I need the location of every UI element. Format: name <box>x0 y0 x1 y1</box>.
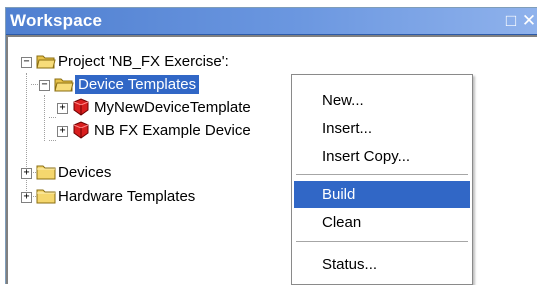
device-template-icon <box>73 121 89 139</box>
menu-item-label: Build <box>322 186 356 203</box>
tree-item-hardware-templates[interactable]: + Hardware Templates <box>8 186 308 208</box>
tree-item-label: Device Templates <box>75 75 200 94</box>
menu-item-label: Insert... <box>322 120 373 137</box>
expand-toggle[interactable]: + <box>21 192 32 203</box>
menu-item-new[interactable]: New... <box>294 87 470 114</box>
tree-item-label: Hardware Templates <box>58 188 196 205</box>
menu-separator <box>296 174 468 175</box>
tree-item-label: NB FX Example Device <box>94 122 251 139</box>
menu-item-insert-copy[interactable]: Insert Copy... <box>294 143 470 170</box>
folder-icon <box>36 165 56 180</box>
menu-item-insert[interactable]: Insert... <box>294 115 470 142</box>
tree-item-project[interactable]: − Project 'NB_FX Exercise': <box>8 51 308 73</box>
menu-item-label: Insert Copy... <box>322 148 411 165</box>
tree-item-label: MyNewDeviceTemplate <box>94 99 251 116</box>
expand-toggle[interactable]: + <box>57 103 68 114</box>
menu-separator <box>296 241 468 242</box>
menu-item-label: Status... <box>322 256 378 273</box>
restore-button[interactable]: □ <box>502 11 520 31</box>
collapse-toggle[interactable]: − <box>39 80 50 91</box>
expand-toggle[interactable]: + <box>21 168 32 179</box>
open-folder-icon <box>36 55 56 69</box>
workspace-titlebar[interactable]: Workspace □ ✕ <box>6 8 537 35</box>
tree-item-devices[interactable]: + Devices <box>8 162 308 184</box>
menu-item-clean[interactable]: Clean <box>294 209 470 236</box>
folder-icon <box>36 189 56 204</box>
tree-item-device-templates[interactable]: − Device Templates <box>8 74 308 96</box>
tree-item-template[interactable]: + NB FX Example Device <box>8 120 308 142</box>
device-template-icon <box>73 98 89 116</box>
context-menu: New... Insert... Insert Copy... Build Cl… <box>291 74 473 285</box>
menu-item-label: New... <box>322 92 364 109</box>
workspace-title: Workspace <box>10 11 103 30</box>
collapse-toggle[interactable]: − <box>21 57 32 68</box>
menu-item-status[interactable]: Status... <box>294 251 470 278</box>
menu-item-build[interactable]: Build <box>294 181 470 208</box>
menu-item-label: Clean <box>322 214 362 231</box>
close-button[interactable]: ✕ <box>520 11 537 31</box>
tree-item-label: Project 'NB_FX Exercise': <box>58 53 229 70</box>
tree-item-label: Devices <box>58 164 112 181</box>
tree-item-template[interactable]: + MyNewDeviceTemplate <box>8 97 308 119</box>
expand-toggle[interactable]: + <box>57 126 68 137</box>
open-folder-icon <box>54 78 74 92</box>
